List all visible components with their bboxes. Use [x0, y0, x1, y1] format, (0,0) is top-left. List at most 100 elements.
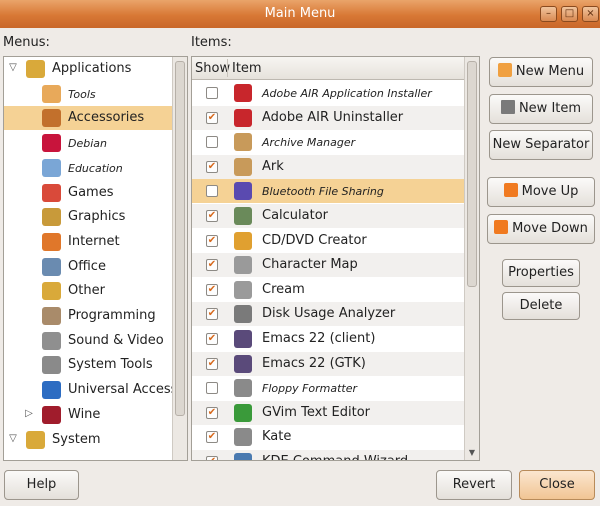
show-checkbox[interactable]: ✔: [206, 160, 218, 173]
column-separator: [227, 59, 228, 77]
show-checkbox[interactable]: ✔: [206, 111, 218, 124]
close-button[interactable]: Close: [519, 470, 595, 500]
menu-tree-row[interactable]: Accessories: [4, 106, 172, 131]
menu-tree-row[interactable]: Sound & Video: [4, 329, 172, 353]
item-row[interactable]: Floppy Formatter: [192, 376, 464, 400]
show-checkbox[interactable]: ✔: [206, 431, 218, 444]
expander-open-icon[interactable]: ▽: [7, 62, 19, 74]
menu-tree-label: Office: [68, 258, 106, 274]
show-checkbox[interactable]: ✔: [206, 283, 218, 296]
show-checkbox[interactable]: [206, 87, 218, 99]
menus-scrollbar[interactable]: [172, 57, 187, 460]
revert-button[interactable]: Revert: [436, 470, 512, 500]
menu-tree-row[interactable]: Office: [4, 255, 172, 279]
menu-tree-row[interactable]: Education: [4, 156, 172, 180]
menu-tree-row[interactable]: Graphics: [4, 205, 172, 229]
item-row[interactable]: Adobe AIR Application Installer: [192, 81, 464, 105]
show-checkbox[interactable]: ✔: [206, 333, 218, 345]
minimize-icon[interactable]: –: [540, 6, 557, 22]
universal-access-icon: [42, 381, 61, 400]
revert-label: Revert: [452, 477, 496, 492]
item-row[interactable]: ✔ Character Map: [192, 253, 464, 278]
menu-tree-label: Programming: [68, 308, 156, 323]
properties-button[interactable]: Properties: [502, 259, 580, 287]
item-label: Cream: [262, 281, 305, 297]
bluetooth-icon: [234, 182, 252, 201]
menu-tree-label: System Tools: [68, 357, 153, 373]
new-item-button[interactable]: New Item: [489, 94, 593, 124]
item-row[interactable]: ✔ Emacs 22 (client): [192, 327, 464, 351]
new-separator-button[interactable]: New Separator: [489, 130, 593, 160]
menu-tree-label: Debian: [68, 137, 107, 151]
item-label: Emacs 22 (GTK): [262, 355, 366, 371]
menu-tree-row[interactable]: Debian: [4, 131, 172, 155]
show-checkbox[interactable]: [206, 185, 218, 198]
show-checkbox[interactable]: ✔: [206, 308, 218, 321]
move-up-button[interactable]: Move Up: [487, 177, 595, 207]
item-row[interactable]: ✔ Cream: [192, 278, 464, 302]
move-down-label: Move Down: [512, 221, 588, 236]
item-row[interactable]: ✔ Calculator: [192, 204, 464, 228]
menu-tree-row[interactable]: System Tools: [4, 353, 172, 377]
programming-icon: [42, 307, 61, 325]
expander-open-icon[interactable]: ▽: [7, 433, 19, 445]
items-list[interactable]: Show Item Adobe AIR Application Installe…: [191, 56, 480, 461]
menu-tree-row[interactable]: Internet: [4, 230, 172, 254]
maximize-icon[interactable]: □: [561, 6, 578, 22]
menu-tree-row[interactable]: Other: [4, 279, 172, 303]
menu-tree-row[interactable]: ▽ Applications: [4, 57, 172, 81]
show-checkbox[interactable]: ✔: [206, 357, 218, 370]
new-menu-button[interactable]: New Menu: [489, 57, 593, 87]
move-down-button[interactable]: Move Down: [487, 214, 595, 244]
menu-tree-row[interactable]: ▽ System: [4, 428, 172, 452]
close-icon[interactable]: ×: [582, 6, 599, 22]
item-label: CD/DVD Creator: [262, 232, 367, 248]
items-scrollbar-thumb[interactable]: [467, 61, 477, 287]
item-row[interactable]: ✔ CD/DVD Creator: [192, 229, 464, 253]
item-label: KDE Command Wizard: [262, 454, 408, 460]
show-checkbox[interactable]: ✔: [206, 210, 218, 222]
delete-button[interactable]: Delete: [502, 292, 580, 320]
menu-tree-label: Education: [68, 161, 123, 175]
menu-tree-row[interactable]: ▷ Wine: [4, 403, 172, 427]
show-checkbox[interactable]: [206, 136, 218, 149]
show-checkbox[interactable]: ✔: [206, 456, 218, 460]
item-row[interactable]: ✔ Adobe AIR Uninstaller: [192, 105, 464, 130]
item-label: Adobe AIR Application Installer: [262, 87, 432, 100]
system-tools-icon: [42, 356, 61, 375]
menus-scrollbar-thumb[interactable]: [175, 61, 185, 416]
item-row[interactable]: ✔ Emacs 22 (GTK): [192, 351, 464, 376]
scroll-down-icon[interactable]: ▼: [465, 447, 479, 459]
kate-icon: [234, 428, 252, 447]
items-scrollbar[interactable]: ▼: [464, 57, 479, 460]
show-checkbox[interactable]: ✔: [206, 259, 218, 272]
item-label: Emacs 22 (client): [262, 331, 376, 346]
item-row[interactable]: ✔ Ark: [192, 154, 464, 179]
expander-closed-icon[interactable]: ▷: [23, 408, 35, 420]
item-label: Kate: [262, 429, 292, 445]
column-item[interactable]: Item: [232, 61, 262, 76]
accessories-icon: [42, 109, 61, 128]
menu-tree-label: Universal Access: [68, 382, 178, 398]
title-bar[interactable]: Main Menu – □ ×: [0, 0, 600, 28]
show-checkbox[interactable]: ✔: [206, 234, 218, 247]
item-row[interactable]: ✔ Disk Usage Analyzer: [192, 302, 464, 327]
arrow-down-icon: [494, 220, 509, 234]
item-row[interactable]: Bluetooth File Sharing: [192, 179, 464, 204]
help-button[interactable]: Help: [4, 470, 79, 500]
floppy-icon: [234, 379, 252, 398]
show-checkbox[interactable]: [206, 382, 218, 395]
menu-tree-row[interactable]: Games: [4, 181, 172, 205]
item-row[interactable]: ✔ GVim Text Editor: [192, 400, 464, 425]
item-label: Calculator: [262, 208, 329, 223]
item-row[interactable]: Archive Manager: [192, 130, 464, 154]
menu-tree-row[interactable]: Programming: [4, 304, 172, 328]
item-row[interactable]: ✔ Kate: [192, 425, 464, 449]
show-checkbox[interactable]: ✔: [206, 406, 218, 419]
emacs-icon: [234, 354, 252, 373]
menu-tree-row[interactable]: Tools: [4, 82, 172, 106]
menus-tree[interactable]: ▽ Applications Tools Accessories Debian Educa…: [3, 56, 188, 461]
menu-tree-row[interactable]: Universal Access: [4, 378, 177, 402]
item-row[interactable]: ✔ KDE Command Wizard: [192, 450, 464, 460]
column-show[interactable]: Show: [195, 61, 230, 76]
